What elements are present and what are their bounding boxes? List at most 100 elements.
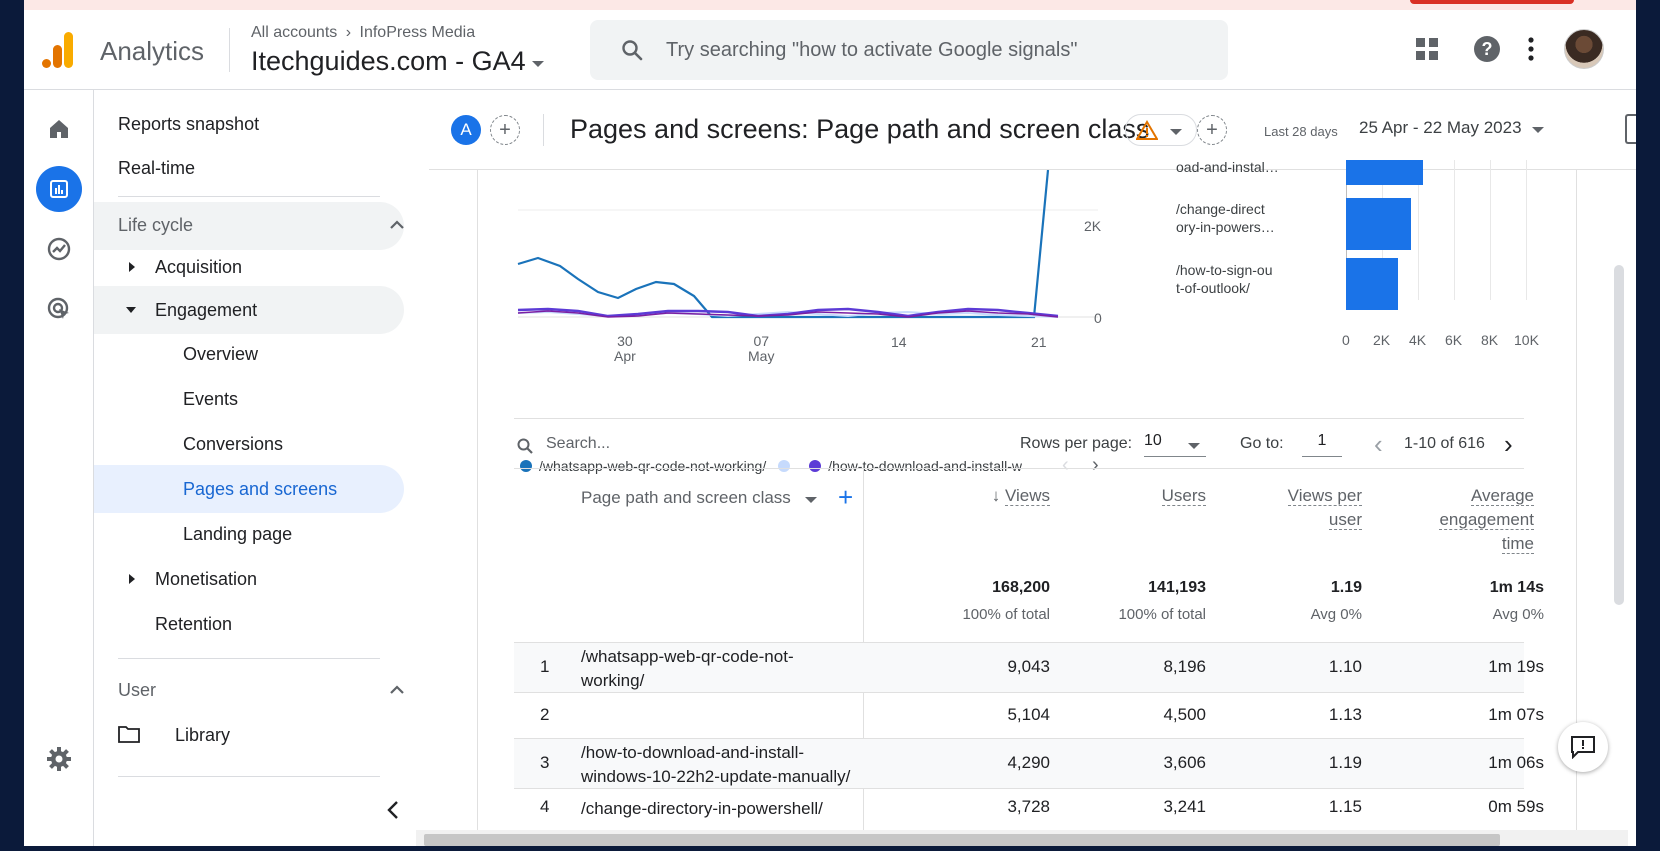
add-dimension-button[interactable]: + [838,482,853,513]
horizontal-scrollbar[interactable] [424,834,1500,846]
table-row[interactable]: 3 /how-to-download-and-install-windows-1… [514,738,1544,789]
nav-realtime[interactable]: Real-time [118,158,195,179]
nav-library[interactable]: Library [175,725,230,746]
nav-monetisation[interactable]: Monetisation [155,569,257,590]
series-line-whatsapp [517,170,1050,319]
table-row[interactable]: 4 /change-directory-in-powershell/ 3,728… [514,788,1544,834]
customize-report-icon[interactable] [1625,114,1636,144]
nav-acquisition[interactable]: Acquisition [155,257,242,278]
cell-views: 5,104 [1007,705,1050,724]
folder-icon [118,726,140,743]
help-icon[interactable]: ? [1472,34,1502,64]
top-bar: Analytics All accounts › InfoPress Media… [24,10,1636,90]
cell-aet: 0m 59s [1488,797,1544,816]
search-bar[interactable]: Try searching "how to activate Google si… [590,20,1228,80]
table-toolbar: Search... Rows per page: 10 Go to: 1 ‹ 1… [514,418,1524,468]
nav-landing-page[interactable]: Landing page [183,524,292,545]
breadcrumb-root[interactable]: All accounts [251,24,337,41]
nav-reports-snapshot[interactable]: Reports snapshot [118,114,259,135]
nav-engagement[interactable]: Engagement [155,300,257,321]
pagination-text: 1-10 of 616 [1404,435,1485,452]
bar-partial [1346,160,1423,185]
table-row[interactable]: 2 5,104 4,500 1.13 1m 07s [514,692,1544,738]
caret-down-icon [804,497,817,503]
column-header-avg-engagement-time[interactable]: Average engagement time [1394,484,1534,556]
nav-overview[interactable]: Overview [183,344,258,365]
feedback-icon [1571,736,1595,759]
page-title: Pages and screens: Page path and screen … [570,114,1150,144]
date-range-value: 25 Apr - 22 May 2023 [1359,118,1522,137]
reports-icon[interactable] [36,166,82,212]
bar-gridline [1454,160,1455,300]
comparison-avatar[interactable]: A [451,115,481,145]
table-search-input[interactable]: Search... [546,435,610,453]
chevron-up-icon[interactable] [390,685,404,695]
divider [229,28,230,72]
notification-action-button[interactable] [1410,0,1574,4]
nav-events[interactable]: Events [183,389,238,410]
column-header-views[interactable]: ↓ Views [914,484,1050,508]
settings-icon[interactable] [36,736,82,782]
collapse-nav-icon[interactable] [386,800,400,820]
cell-users: 4,500 [1163,705,1206,724]
rows-per-page-label: Rows per page: [1020,435,1133,452]
column-header-views-per-user[interactable]: Views per user [1234,484,1362,532]
next-page-icon[interactable]: › [1504,429,1513,460]
column-header-users[interactable]: Users [1074,484,1206,508]
date-range-picker[interactable]: 25 Apr - 22 May 2023 [1359,118,1544,138]
row-page-path[interactable]: /change-directory-in-powershell/ [581,797,881,821]
table-header-top-border [514,468,1524,469]
caret-right-icon [129,262,135,272]
cell-views: 4,290 [1007,753,1050,772]
divider [118,658,380,659]
nav-pages-and-screens[interactable]: Pages and screens [183,479,337,500]
report-header: A + Pages and screens: Page path and scr… [429,90,1636,170]
caret-down-icon [531,60,544,67]
goto-input[interactable]: 1 [1302,429,1342,457]
table-row[interactable]: 1 /whatsapp-web-qr-code-not-working/ 9,0… [514,642,1544,693]
bar-x-tick-label: 0 [1342,332,1350,348]
divider [543,114,544,146]
add-comparison-button[interactable]: + [490,115,520,145]
row-page-path[interactable]: /whatsapp-web-qr-code-not-working/ [581,645,881,693]
nav-conversions[interactable]: Conversions [183,434,283,455]
bar-x-tick-label: 10K [1514,332,1539,348]
property-selector[interactable]: Itechguides.com - GA4 [251,46,544,77]
advertising-icon[interactable] [36,286,82,332]
home-icon[interactable] [36,106,82,152]
row-number: 3 [540,753,550,772]
cell-vpu: 1.15 [1328,797,1362,816]
bar-label: /change-direct ory-in-powers… [1176,201,1275,235]
analytics-logo-icon [42,32,73,68]
x-tick-label: 07 May [748,333,775,364]
cell-users: 3,241 [1163,797,1206,816]
user-avatar[interactable] [1564,29,1604,69]
explore-icon[interactable] [36,226,82,272]
caret-down-icon [1531,127,1544,133]
cell-aet: 1m 07s [1488,705,1544,724]
breadcrumb-account[interactable]: InfoPress Media [360,24,476,41]
row-page-path[interactable]: /how-to-download-and-install-windows-10-… [581,741,911,789]
nav-section-user[interactable]: User [118,680,156,701]
more-vert-icon[interactable] [1526,36,1536,62]
breadcrumb[interactable]: All accounts › InfoPress Media [251,24,479,42]
vertical-scrollbar[interactable] [1614,265,1624,605]
search-icon [622,40,643,61]
bar-x-tick-label: 6K [1445,332,1463,348]
bar [1346,258,1398,310]
dimension-header[interactable]: Page path and screen class [581,488,817,508]
main-content: A + Pages and screens: Page path and scr… [429,90,1636,846]
total-views-per-user: 1.19 [1330,579,1362,596]
divider [118,196,380,197]
add-filter-button[interactable]: + [1197,115,1227,145]
total-users-sub: 100% of total [1118,606,1206,623]
apps-grid-icon[interactable] [1414,36,1440,62]
chevron-up-icon[interactable] [390,220,404,230]
prev-page-icon[interactable]: ‹ [1374,429,1383,460]
data-quality-button[interactable] [1125,114,1197,146]
rows-per-page-select[interactable]: 10 [1144,429,1206,457]
x-tick-label: 14 [891,334,907,350]
nav-retention[interactable]: Retention [155,614,232,635]
feedback-button[interactable] [1558,722,1608,772]
search-input[interactable]: Try searching "how to activate Google si… [666,39,1077,62]
